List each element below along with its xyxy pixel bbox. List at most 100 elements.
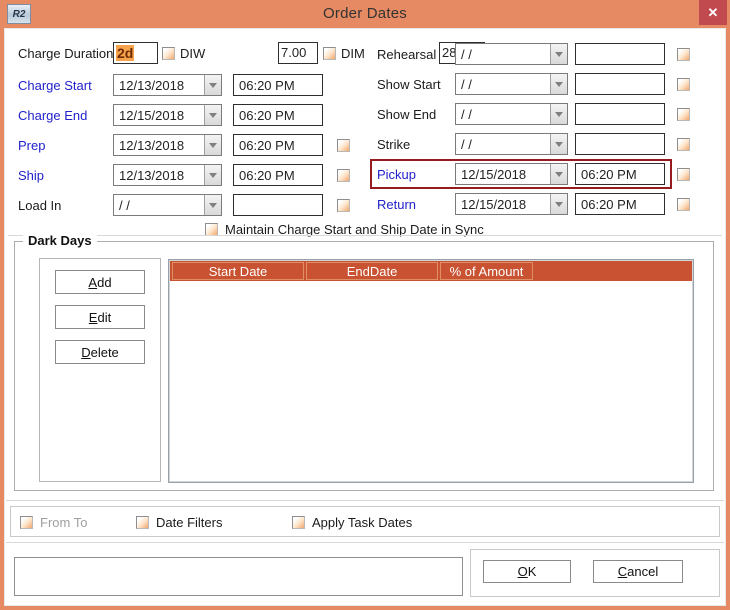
- dark-days-title: Dark Days: [23, 233, 97, 248]
- charge-duration-label: Charge Duration: [18, 45, 114, 61]
- apply-task-dates-label: Apply Task Dates: [312, 515, 413, 530]
- add-button[interactable]: Add: [55, 270, 145, 294]
- charge-start-time-field[interactable]: 06:20 PM: [233, 74, 323, 96]
- show-start-row: Show Start / /: [377, 73, 690, 95]
- return-checkbox[interactable]: [677, 197, 690, 211]
- chevron-down-icon[interactable]: [550, 104, 567, 124]
- dark-days-table: Start Date EndDate % of Amount: [168, 259, 694, 483]
- charge-end-date-value: 12/15/2018: [119, 108, 185, 123]
- dark-days-table-header: Start Date EndDate % of Amount: [170, 261, 692, 281]
- column-header-start-date: Start Date: [172, 262, 304, 280]
- rehearsal-date-dropdown[interactable]: / /: [455, 43, 568, 65]
- rehearsal-checkbox[interactable]: [677, 47, 690, 61]
- ship-date-value: 12/13/2018: [119, 168, 185, 183]
- chevron-down-icon[interactable]: [204, 105, 221, 125]
- return-fields: Return 12/15/2018 06:20 PM: [370, 189, 672, 219]
- dark-days-table-body[interactable]: [170, 281, 692, 481]
- ship-time-field[interactable]: 06:20 PM: [233, 164, 323, 186]
- edit-button[interactable]: Edit: [55, 305, 145, 329]
- footer-button-panel: OK Cancel: [470, 549, 720, 597]
- chevron-down-icon[interactable]: [550, 74, 567, 94]
- prep-row: Prep 12/13/2018 06:20 PM: [18, 134, 350, 156]
- load-in-time-field[interactable]: [233, 194, 323, 216]
- rehearsal-label: Rehearsal: [377, 46, 437, 62]
- show-start-checkbox[interactable]: [677, 77, 690, 91]
- from-to-item: From To: [20, 515, 87, 530]
- chevron-down-icon[interactable]: [204, 135, 221, 155]
- prep-date-dropdown[interactable]: 12/13/2018: [113, 134, 222, 156]
- date-filters-label: Date Filters: [156, 515, 223, 530]
- pickup-date-dropdown[interactable]: 12/15/2018: [455, 163, 568, 185]
- charge-duration-checkbox[interactable]: [162, 46, 175, 60]
- strike-date-dropdown[interactable]: / /: [455, 133, 568, 155]
- show-start-date-value: / /: [461, 77, 472, 92]
- apply-task-dates-checkbox[interactable]: [292, 516, 305, 529]
- return-time-field[interactable]: 06:20 PM: [575, 193, 665, 215]
- ship-checkbox[interactable]: [337, 168, 350, 182]
- prep-date-value: 12/13/2018: [119, 138, 185, 153]
- show-end-row: Show End / /: [377, 103, 690, 125]
- return-label: Return: [377, 196, 417, 212]
- prep-checkbox[interactable]: [337, 138, 350, 152]
- charge-start-date-dropdown[interactable]: 12/13/2018: [113, 74, 222, 96]
- chevron-down-icon[interactable]: [550, 164, 567, 184]
- close-button[interactable]: ✕: [699, 0, 727, 25]
- from-to-label: From To: [40, 515, 88, 530]
- chevron-down-icon[interactable]: [550, 44, 567, 64]
- show-end-fields: Show End / /: [370, 99, 672, 129]
- separator: [6, 500, 724, 501]
- charge-duration-field[interactable]: 2d: [113, 42, 158, 64]
- load-in-date-value: / /: [119, 198, 130, 213]
- rehearsal-time-field[interactable]: [575, 43, 665, 65]
- chevron-down-icon[interactable]: [204, 75, 221, 95]
- pickup-label: Pickup: [377, 166, 417, 182]
- show-end-date-value: / /: [461, 107, 472, 122]
- strike-checkbox[interactable]: [677, 137, 690, 151]
- ship-date-dropdown[interactable]: 12/13/2018: [113, 164, 222, 186]
- cancel-button[interactable]: Cancel: [593, 560, 683, 583]
- charge-end-label: Charge End: [18, 107, 88, 123]
- delete-button[interactable]: Delete: [55, 340, 145, 364]
- charge-end-time-field[interactable]: 06:20 PM: [233, 104, 323, 126]
- apply-task-dates-item: Apply Task Dates: [292, 515, 412, 530]
- from-to-checkbox: [20, 516, 33, 529]
- pickup-highlight-box: Pickup 12/15/2018 06:20 PM: [370, 159, 672, 189]
- chevron-down-icon[interactable]: [550, 134, 567, 154]
- charge-start-row: Charge Start 12/13/2018 06:20 PM: [18, 74, 350, 96]
- chevron-down-icon[interactable]: [550, 194, 567, 214]
- right-date-column: Rehearsal / / Show Start / / Show End / …: [370, 43, 690, 215]
- load-in-checkbox[interactable]: [337, 198, 350, 212]
- chevron-down-icon[interactable]: [204, 165, 221, 185]
- date-filters-checkbox[interactable]: [136, 516, 149, 529]
- show-start-date-dropdown[interactable]: / /: [455, 73, 568, 95]
- show-start-fields: Show Start / /: [370, 69, 672, 99]
- pickup-checkbox[interactable]: [677, 167, 690, 181]
- dark-days-groupbox: Dark Days Add Edit Delete Start Date End…: [14, 233, 714, 491]
- show-end-checkbox[interactable]: [677, 107, 690, 121]
- chevron-down-icon[interactable]: [204, 195, 221, 215]
- return-row: Return 12/15/2018 06:20 PM: [377, 193, 690, 215]
- titlebar: R2 Order Dates ✕: [0, 0, 730, 28]
- rehearsal-fields: Rehearsal / /: [370, 39, 672, 69]
- load-in-date-dropdown[interactable]: / /: [113, 194, 222, 216]
- ok-button[interactable]: OK: [483, 560, 571, 583]
- separator: [6, 542, 724, 543]
- diw-checkbox[interactable]: [323, 46, 336, 60]
- date-filters-item: Date Filters: [136, 515, 222, 530]
- dialog-content: Charge Duration 2d DIW 7.00 DIM 28.00 Ch…: [4, 28, 726, 606]
- diw-field[interactable]: 7.00: [278, 42, 318, 64]
- strike-label: Strike: [377, 136, 411, 152]
- show-end-time-field[interactable]: [575, 103, 665, 125]
- note-input[interactable]: [14, 557, 463, 596]
- show-start-time-field[interactable]: [575, 73, 665, 95]
- charge-end-row: Charge End 12/15/2018 06:20 PM: [18, 104, 350, 126]
- dialog-title: Order Dates: [323, 5, 407, 22]
- order-dates-dialog: R2 Order Dates ✕ Charge Duration 2d DIW …: [0, 0, 730, 610]
- return-date-dropdown[interactable]: 12/15/2018: [455, 193, 568, 215]
- strike-date-value: / /: [461, 137, 472, 152]
- show-end-date-dropdown[interactable]: / /: [455, 103, 568, 125]
- prep-time-field[interactable]: 06:20 PM: [233, 134, 323, 156]
- charge-end-date-dropdown[interactable]: 12/15/2018: [113, 104, 222, 126]
- pickup-time-field[interactable]: 06:20 PM: [575, 163, 665, 185]
- strike-time-field[interactable]: [575, 133, 665, 155]
